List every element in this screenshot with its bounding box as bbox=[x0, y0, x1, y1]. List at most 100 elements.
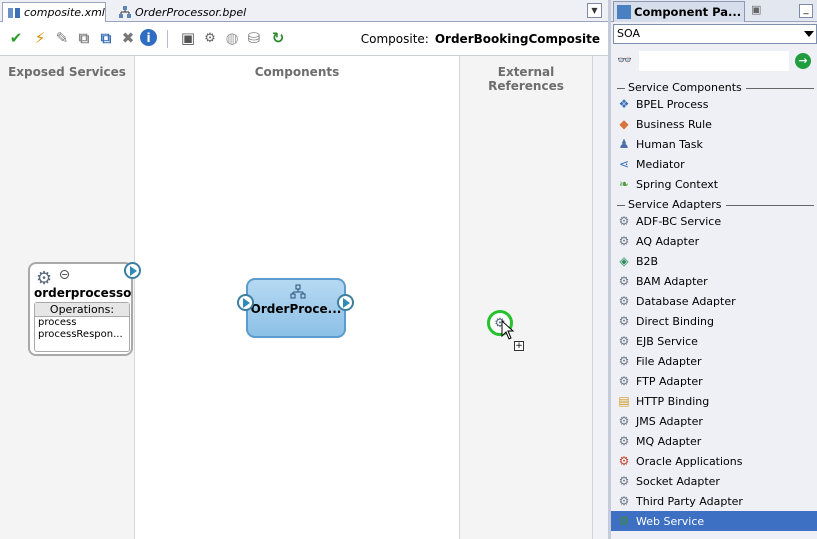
palette-item-spring-context[interactable]: ❧ Spring Context bbox=[611, 174, 817, 194]
b2b-icon: ◈ bbox=[619, 254, 629, 268]
paste-icon[interactable]: ⧉ bbox=[96, 28, 116, 48]
tab-composite-xml[interactable]: composite.xml bbox=[2, 2, 106, 23]
test-icon[interactable]: ↻ bbox=[268, 28, 288, 48]
exposed-service-orderprocessor[interactable]: ⚙ − orderprocesso... Operations: process… bbox=[28, 262, 133, 356]
business-rule-icon: ◆ bbox=[619, 117, 629, 131]
palette-item-file-adapter[interactable]: ⚙ File Adapter bbox=[611, 351, 817, 371]
palette-item-mq-adapter[interactable]: ⚙ MQ Adapter bbox=[611, 431, 817, 451]
palette-item-human-task[interactable]: ♟ Human Task bbox=[611, 134, 817, 154]
palette-item-label: HTTP Binding bbox=[636, 394, 710, 408]
composite-caption: Composite: bbox=[360, 32, 429, 46]
palette-item-mediator[interactable]: ⋖ Mediator bbox=[611, 154, 817, 174]
palette-item-adf-bc-service[interactable]: ⚙ ADF-BC Service bbox=[611, 211, 817, 231]
minimize-icon[interactable]: _ bbox=[799, 4, 813, 18]
operation-item[interactable]: process bbox=[35, 317, 129, 329]
palette-item-label: File Adapter bbox=[636, 354, 702, 368]
tab-component-palette[interactable]: Component Pa... bbox=[613, 1, 745, 22]
palette-item-label: Third Party Adapter bbox=[636, 494, 743, 508]
palette-item-web-service[interactable]: ⚙ Web Service bbox=[611, 511, 817, 531]
gear-icon: ⚙ bbox=[618, 294, 630, 308]
copy-icon[interactable]: ⧉ bbox=[74, 28, 94, 48]
canvas-vertical-scrollbar[interactable] bbox=[592, 56, 608, 539]
gear-icon: ⚙ bbox=[618, 434, 630, 448]
delete-icon[interactable]: ✖ bbox=[118, 28, 138, 48]
composite-name: OrderBookingComposite bbox=[434, 32, 600, 46]
section-title: Service Components bbox=[628, 81, 742, 94]
palette-item-label: BPEL Process bbox=[636, 97, 709, 111]
lane-title: External References bbox=[488, 65, 564, 93]
palette-item-ejb-service[interactable]: ⚙ EJB Service bbox=[611, 331, 817, 351]
hierarchy-icon[interactable]: ⚙ bbox=[200, 28, 220, 48]
binoculars-icon: 👓 bbox=[617, 53, 632, 67]
gear-icon: ⚙ bbox=[618, 314, 630, 328]
component-orderprocessor[interactable]: OrderProce... bbox=[246, 278, 346, 338]
wrench-icon[interactable]: ✎ bbox=[52, 28, 72, 48]
layout-icon[interactable]: ▣ bbox=[178, 28, 198, 48]
component-service-handle-icon[interactable] bbox=[237, 294, 254, 311]
editor-toolbar: ✔ ⚡ ✎ ⧉ ⧉ ✖ i ▣ ⚙ ◍ ⛁ ↻ Composite: OrderB… bbox=[0, 22, 608, 56]
palette-item-label: FTP Adapter bbox=[636, 374, 703, 388]
palette-tab-bar: Component Pa... ▣ _ bbox=[611, 0, 817, 22]
palette-item-aq-adapter[interactable]: ⚙ AQ Adapter bbox=[611, 231, 817, 251]
info-icon[interactable]: i bbox=[140, 29, 157, 46]
collapse-icon[interactable]: − bbox=[60, 270, 69, 279]
human-task-icon: ♟ bbox=[618, 137, 630, 151]
oracle-icon: ⚙ bbox=[618, 454, 630, 468]
toolbar-separator bbox=[167, 30, 168, 48]
http-icon: ▤ bbox=[618, 394, 630, 408]
tab-orderprocessor-bpel[interactable]: OrderProcessor.bpel bbox=[114, 2, 252, 22]
component-name: OrderProce... bbox=[250, 302, 342, 316]
tab-label: composite.xml bbox=[24, 6, 105, 19]
refresh-icon[interactable]: ◍ bbox=[222, 28, 242, 48]
palette-item-label: Socket Adapter bbox=[636, 474, 720, 488]
palette-title: Component Pa... bbox=[634, 5, 742, 19]
palette-item-business-rule[interactable]: ◆ Business Rule bbox=[611, 114, 817, 134]
palette-item-socket-adapter[interactable]: ⚙ Socket Adapter bbox=[611, 471, 817, 491]
web-service-icon: ⚙ bbox=[618, 514, 630, 528]
deploy-icon[interactable]: ⛁ bbox=[244, 28, 264, 48]
palette-item-label: Human Task bbox=[636, 137, 703, 151]
palette-item-http-binding[interactable]: ▤ HTTP Binding bbox=[611, 391, 817, 411]
palette-item-b2b[interactable]: ◈ B2B bbox=[611, 251, 817, 271]
validate-icon[interactable]: ✔ bbox=[6, 28, 26, 48]
palette-item-bam-adapter[interactable]: ⚙ BAM Adapter bbox=[611, 271, 817, 291]
palette-item-label: Direct Binding bbox=[636, 314, 714, 328]
tab-label: OrderProcessor.bpel bbox=[135, 5, 247, 19]
palette-search-input[interactable] bbox=[639, 51, 789, 71]
gear-icon: ⚙ bbox=[618, 234, 630, 248]
service-name: orderprocesso... bbox=[34, 286, 132, 300]
bpel-icon bbox=[118, 5, 132, 19]
lane-title: Exposed Services bbox=[8, 65, 126, 79]
palette-item-database-adapter[interactable]: ⚙ Database Adapter bbox=[611, 291, 817, 311]
component-reference-handle-icon[interactable] bbox=[337, 294, 354, 311]
gear-icon: ⚙ bbox=[618, 274, 630, 288]
go-arrow-icon[interactable]: → bbox=[795, 53, 811, 69]
palette-item-label: JMS Adapter bbox=[636, 414, 703, 428]
composite-name-label: Composite: OrderBookingComposite bbox=[361, 32, 600, 46]
palette-item-third-party-adapter[interactable]: ⚙ Third Party Adapter bbox=[611, 491, 817, 511]
palette-item-label: Database Adapter bbox=[636, 294, 736, 308]
category-value: SOA bbox=[617, 27, 640, 40]
chevron-down-icon bbox=[804, 31, 814, 37]
resource-palette-tab-icon[interactable]: ▣ bbox=[751, 3, 767, 19]
gear-icon: ⚙ bbox=[618, 474, 630, 488]
palette-item-bpel-process[interactable]: ❖ BPEL Process bbox=[611, 94, 817, 114]
operation-item[interactable]: processRespon... bbox=[35, 329, 129, 341]
external-references-lane[interactable]: External References bbox=[459, 56, 592, 539]
composite-editor: composite.xml OrderProcessor.bpel ▼ ✔ ⚡ … bbox=[0, 0, 608, 539]
palette-item-label: AQ Adapter bbox=[636, 234, 700, 248]
palette-item-jms-adapter[interactable]: ⚙ JMS Adapter bbox=[611, 411, 817, 431]
service-wire-handle-icon[interactable] bbox=[124, 262, 141, 279]
bpel-icon bbox=[290, 284, 306, 304]
palette-item-ftp-adapter[interactable]: ⚙ FTP Adapter bbox=[611, 371, 817, 391]
palette-category-select[interactable]: SOA bbox=[613, 24, 817, 44]
palette-item-direct-binding[interactable]: ⚙ Direct Binding bbox=[611, 311, 817, 331]
palette-item-oracle-applications[interactable]: ⚙ Oracle Applications bbox=[611, 451, 817, 471]
palette-search-row: 👓 → bbox=[611, 48, 817, 74]
operations-panel: Operations: process processRespon... bbox=[34, 302, 130, 352]
lightning-icon[interactable]: ⚡ bbox=[30, 28, 50, 48]
spring-icon: ❧ bbox=[618, 177, 630, 191]
palette-item-label: B2B bbox=[636, 254, 659, 268]
tab-list-dropdown-icon[interactable]: ▼ bbox=[587, 3, 602, 18]
gear-icon: ⚙ bbox=[618, 374, 630, 388]
